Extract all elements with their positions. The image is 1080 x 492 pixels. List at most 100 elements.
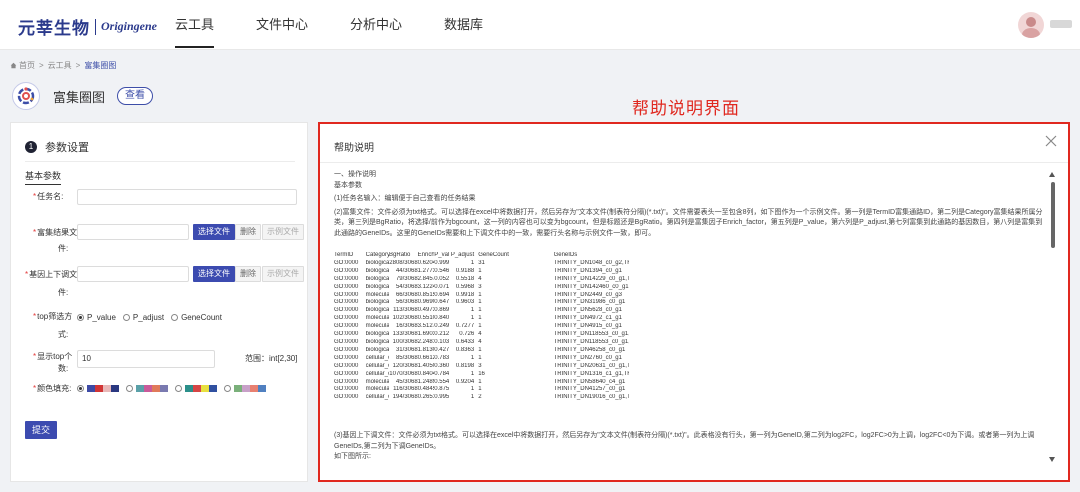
submit-button[interactable]: 提交 (25, 421, 57, 439)
col-header: BgRatio (389, 252, 411, 258)
table-row: GO:0000 molecular 66/30680.85156510.6946 0.… (334, 292, 629, 300)
col-header: P_adjust (450, 252, 475, 258)
table-cell: 102/3068 (392, 315, 418, 322)
table-cell: 0.5545 (434, 378, 450, 385)
breadcrumb-home[interactable]: 首页 (19, 60, 35, 71)
table-row: GO:0000 biological113/30680.497374310.869… (334, 307, 629, 315)
table-cell: 4 (478, 275, 482, 282)
table-cell: GO:0000 (334, 259, 359, 266)
palette-2-swatch[interactable] (136, 385, 168, 392)
table-cell: 0.7846 (434, 370, 450, 377)
col-header: TermID (334, 252, 354, 258)
table-cell: TRINITY_DN2760_c0_g1 (553, 354, 622, 361)
help-heading: 一、操作说明 (334, 171, 376, 178)
table-cell: TRINITY_DN5628_c0_g1 (553, 307, 622, 314)
radio-palette-1[interactable] (77, 385, 84, 392)
table-cell: 0.49737431 (417, 307, 435, 314)
table-cell: 0.8198 (455, 362, 475, 369)
section-header: 1 参数设置 (25, 139, 89, 155)
table-cell: 3.51270604 (417, 323, 435, 330)
palette-3-swatch[interactable] (185, 385, 217, 392)
top-n-input[interactable]: 10 (77, 350, 215, 368)
table-cell: 0.6433 (455, 338, 475, 345)
table-cell: 0.48451118 (417, 386, 435, 393)
table-cell: 0.427 (434, 346, 450, 353)
table-cell: 31/3068 (395, 346, 418, 353)
palette-4-swatch[interactable] (234, 385, 266, 392)
brand-logo[interactable]: 元莘生物 Origingene (18, 14, 157, 39)
radio-palette-3[interactable] (175, 385, 182, 392)
view-button[interactable]: 查看 (117, 87, 154, 105)
radio-p-adjust-label[interactable]: P_adjust (133, 313, 164, 322)
radio-p-adjust[interactable] (122, 314, 130, 321)
table-row: GO:0000 cellular_c120/30681.405082420.360… (334, 363, 629, 371)
table-cell: TRINITY_DN4915_c0_g1 (553, 323, 622, 330)
help-panel: 帮助说明 一、操作说明 基本参数 (1)任务名输入：编辑便于自己查看的任务结果 … (318, 122, 1070, 482)
close-icon[interactable] (1044, 134, 1058, 148)
nav-analysis-center[interactable]: 分析中心 (350, 0, 402, 50)
scroll-thumb[interactable] (1051, 182, 1055, 248)
nav-file-center[interactable]: 文件中心 (256, 0, 308, 50)
table-cell: GO:0000 (334, 354, 359, 361)
gene-file-input[interactable] (77, 266, 189, 282)
table-cell: TRINITY_DN19016_c0_g1,TR (553, 394, 629, 401)
palette-color-block (201, 385, 209, 392)
gene-example-file-button[interactable]: 示例文件 (262, 266, 304, 282)
nav-database[interactable]: 数据库 (444, 0, 483, 50)
breadcrumb-separator: > (39, 61, 44, 70)
scroll-up-arrow-icon[interactable] (1049, 172, 1055, 177)
user-name-placeholder[interactable] (1050, 20, 1072, 28)
top-navigation-bar: 元莘生物 Origingene 云工具 文件中心 分析中心 数据库 (0, 0, 1080, 50)
table-cell: TRINITY_DN4972_c1_g1 (553, 315, 622, 322)
user-avatar[interactable] (1018, 12, 1044, 38)
table-cell: 2.24813187 (417, 338, 435, 345)
table-cell: 31 (478, 259, 485, 266)
help-content-bottom: (3)基因上下调文件：文件必须为txt格式。可以选择在excel中将数据打开，然… (334, 431, 1046, 463)
breadcrumb-cloud-tools[interactable]: 云工具 (48, 60, 72, 71)
table-cell: 1 (470, 394, 475, 401)
radio-palette-4[interactable] (224, 385, 231, 392)
breadcrumb-separator: > (75, 61, 81, 70)
table-cell: GO:0000 (334, 346, 359, 353)
nav-cloud-tools[interactable]: 云工具 (175, 0, 215, 50)
table-cell: molecular (365, 291, 390, 298)
radio-p-value[interactable] (77, 314, 84, 321)
palette-1-swatch[interactable] (87, 385, 119, 392)
color-palette-radio-group (77, 385, 273, 392)
task-name-input[interactable] (77, 189, 297, 205)
radio-gene-count[interactable] (171, 314, 179, 321)
enrich-choose-file-button[interactable]: 选择文件 (193, 224, 235, 240)
top-method-label-text: top筛选方 (37, 312, 73, 321)
radio-palette-2[interactable] (126, 385, 133, 392)
table-cell: 0.0714 (434, 283, 450, 290)
table-cell: 1 (478, 378, 482, 385)
table-cell: 16/3068 (395, 323, 418, 330)
table-cell: 1070/3068 (389, 370, 418, 377)
enrich-delete-button[interactable]: 删除 (235, 224, 261, 240)
enrich-example-file-button[interactable]: 示例文件 (262, 224, 304, 240)
palette-color-block (103, 385, 111, 392)
table-cell: 0.5518 (455, 275, 475, 282)
table-cell: 0.8403 (434, 315, 450, 322)
radio-gene-count-label[interactable]: GeneCount (181, 313, 222, 322)
table-cell: GO:0000 (334, 283, 359, 290)
gene-delete-button[interactable]: 删除 (235, 266, 261, 282)
enrich-file-input[interactable] (77, 224, 189, 240)
scroll-down-arrow-icon[interactable] (1049, 457, 1055, 462)
gene-choose-file-button[interactable]: 选择文件 (193, 266, 235, 282)
top-method-label: *top筛选方 (33, 311, 72, 323)
table-cell: biological (365, 275, 390, 282)
table-row: GO:0000 biological 54/30683.122405370.0714… (334, 284, 629, 292)
enrich-file-label-text: 富集结果文 (37, 228, 78, 237)
required-mark: * (33, 312, 37, 321)
help-scrollbar[interactable] (1049, 172, 1056, 462)
table-cell: 56/3068 (395, 299, 418, 306)
top-n-label: *显示top个 (33, 351, 72, 363)
breadcrumb: 首页 > 云工具 > 富集圈图 (10, 60, 116, 71)
table-cell: 0.5968 (455, 283, 475, 290)
enrich-file-label: *富集结果文 (33, 227, 77, 239)
table-cell: 0.9603 (455, 299, 475, 306)
help-screen-annotation: 帮助说明界面 (632, 99, 740, 118)
table-cell: GO:0000 (334, 338, 359, 345)
radio-p-value-label[interactable]: P_value (87, 313, 116, 322)
